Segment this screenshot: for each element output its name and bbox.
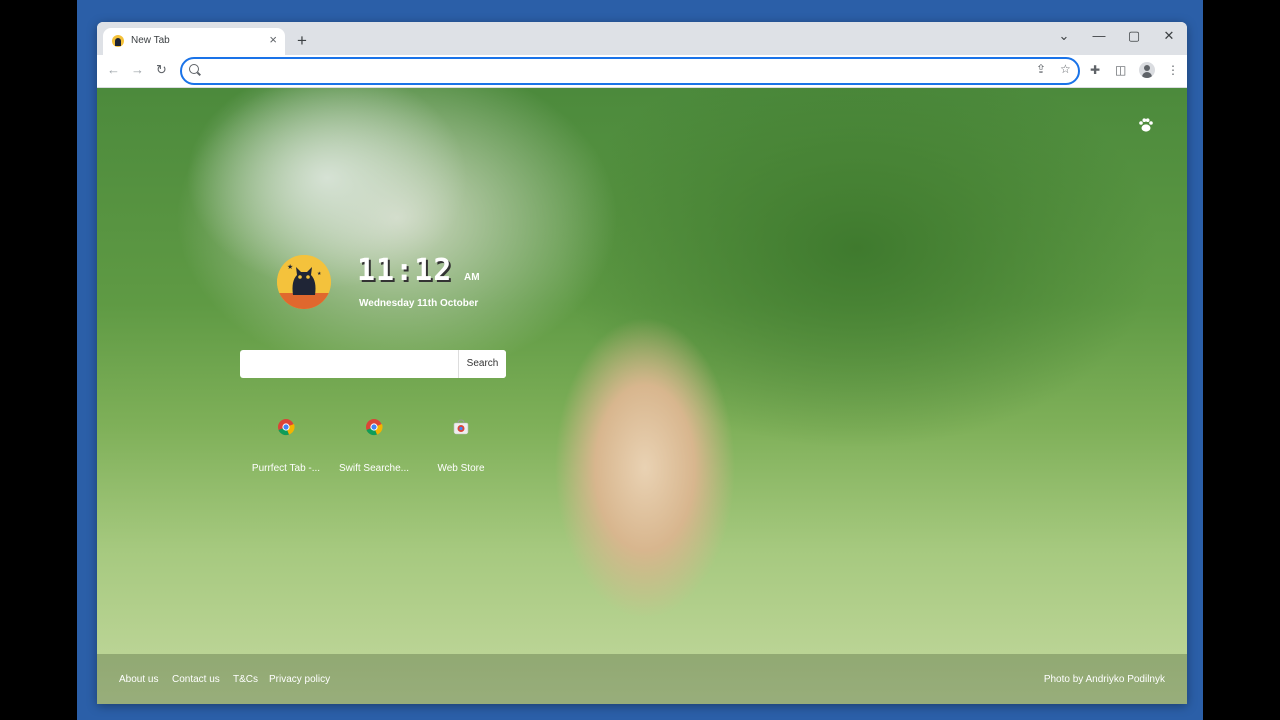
reload-button[interactable]: ↻	[156, 62, 167, 78]
svg-text:★: ★	[317, 271, 322, 277]
extensions-icon[interactable]: ✚	[1090, 63, 1100, 77]
new-tab-page: ★ ★ 11:12 AM Wednesday 11th October Sear…	[97, 88, 1187, 704]
footer-link-terms[interactable]: T&Cs	[233, 674, 258, 685]
tab-favicon-icon	[112, 35, 124, 47]
side-panel-icon[interactable]: ◫	[1115, 63, 1126, 77]
desktop-background: New Tab × + ⌄ — ▢ ✕ ← → ↻ ⇪ ☆ ✚ ◫ ⋮ ★ ★ …	[77, 0, 1203, 720]
menu-icon[interactable]: ⋮	[1167, 63, 1179, 77]
svg-text:★: ★	[287, 263, 293, 271]
bookmark-star-icon[interactable]: ☆	[1060, 62, 1071, 76]
profile-icon[interactable]	[1139, 62, 1155, 78]
search-icon	[189, 64, 199, 74]
forward-button[interactable]: →	[131, 62, 144, 77]
shortcut-purrfect-tab[interactable]: Purrfect Tab -...	[242, 418, 330, 474]
page-search-box: Search	[240, 350, 506, 378]
paw-icon[interactable]	[1137, 116, 1155, 134]
address-input[interactable]	[206, 62, 1030, 81]
shortcut-swift-searcher[interactable]: Swift Searche...	[330, 418, 418, 474]
tab-title: New Tab	[131, 35, 170, 46]
chrome-icon	[278, 419, 295, 436]
footer-link-privacy[interactable]: Privacy policy	[269, 674, 330, 685]
tab-close-icon[interactable]: ×	[269, 33, 277, 47]
new-tab-button[interactable]: +	[297, 32, 307, 49]
back-button[interactable]: ←	[107, 62, 120, 77]
clock-ampm: AM	[464, 272, 480, 283]
close-window-button[interactable]: ✕	[1157, 28, 1181, 44]
shortcut-label: Web Store	[437, 463, 485, 474]
clock-date: Wednesday 11th October	[359, 298, 479, 309]
tab-new-tab[interactable]: New Tab ×	[103, 28, 285, 55]
browser-window: New Tab × + ⌄ — ▢ ✕ ← → ↻ ⇪ ☆ ✚ ◫ ⋮ ★ ★ …	[97, 22, 1187, 704]
shortcut-label: Swift Searche...	[338, 463, 410, 474]
page-footer: About us Contact us T&Cs Privacy policy …	[97, 654, 1187, 704]
photo-credit[interactable]: Photo by Andriyko Podilnyk	[1044, 674, 1165, 685]
search-button[interactable]: Search	[458, 350, 506, 378]
cat-logo-avatar: ★ ★	[277, 255, 331, 309]
shortcut-web-store[interactable]: Web Store	[417, 418, 505, 474]
search-input[interactable]	[244, 354, 458, 376]
maximize-button[interactable]: ▢	[1122, 28, 1146, 44]
footer-link-contact[interactable]: Contact us	[172, 674, 220, 685]
share-icon[interactable]: ⇪	[1036, 62, 1046, 76]
footer-link-about[interactable]: About us	[119, 674, 158, 685]
address-bar[interactable]: ⇪ ☆	[180, 57, 1080, 85]
tab-search-chevron-icon[interactable]: ⌄	[1052, 28, 1076, 44]
clock-time: 11:12	[357, 253, 453, 288]
web-store-icon	[453, 419, 469, 435]
shortcut-label: Purrfect Tab -...	[251, 463, 321, 474]
tab-strip: New Tab × + ⌄ — ▢ ✕	[97, 22, 1187, 55]
chrome-icon	[366, 419, 383, 436]
minimize-button[interactable]: —	[1087, 28, 1111, 43]
browser-toolbar: ← → ↻ ⇪ ☆ ✚ ◫ ⋮	[97, 55, 1187, 88]
